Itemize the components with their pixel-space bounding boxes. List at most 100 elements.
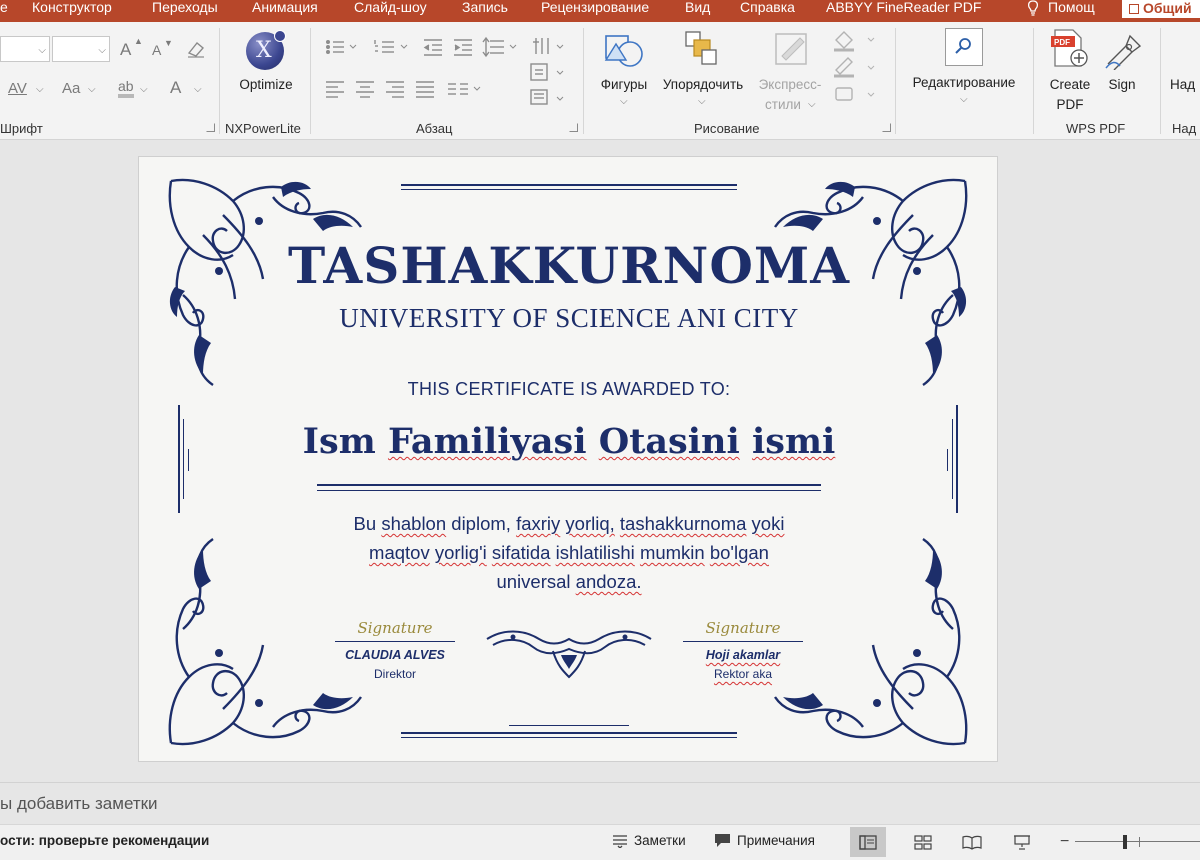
zoom-thumb[interactable] — [1123, 835, 1128, 849]
signer-role: Direktor — [373, 667, 416, 681]
notes-toggle[interactable]: Заметки — [612, 833, 686, 848]
zoom-center-tick — [1139, 837, 1141, 847]
signature-line — [683, 641, 803, 642]
lightbulb-icon — [1027, 0, 1039, 16]
bullets-icon — [326, 39, 344, 54]
zoom-track[interactable] — [1075, 834, 1200, 850]
certificate-subtitle[interactable]: UNIVERSITY OF SCIENCE ANI CITY — [139, 303, 999, 334]
editing-button[interactable]: Редактирование — [904, 73, 1024, 92]
accessibility-status[interactable]: ости: проверьте рекомендации — [0, 833, 209, 848]
bottom-rule-2 — [401, 737, 737, 738]
shapes-button[interactable]: Фигуры — [594, 75, 654, 94]
body-word: faxriy — [516, 513, 561, 534]
menu-bar: е Конструктор Переходы Анимация Слайд-шо… — [0, 0, 1200, 22]
notes-pane[interactable]: ы добавить заметки — [0, 782, 1200, 824]
sign-button[interactable]: Sign — [1100, 75, 1144, 94]
signer-name: Hoji akamlar — [705, 648, 781, 662]
comments-toggle[interactable]: Примечания — [714, 833, 815, 848]
tab-transitions[interactable]: Переходы — [152, 0, 218, 22]
notes-label: Заметки — [634, 833, 686, 848]
body-word: diplom, — [451, 513, 511, 534]
name-underline-1 — [317, 484, 821, 486]
quick-styles-label-2[interactable]: стили — [762, 95, 804, 114]
optimize-icon[interactable]: X — [246, 30, 286, 70]
left-signature-block[interactable]: Signature CLAUDIA ALVES Direktor — [335, 619, 455, 681]
line-spacing-icon — [482, 36, 504, 58]
drawing-dialog-launcher[interactable] — [882, 123, 891, 132]
share-button[interactable]: Общий — [1122, 0, 1200, 18]
arrange-icon[interactable] — [684, 30, 720, 70]
clear-formatting-icon[interactable] — [186, 40, 206, 58]
group-label-addins: Над — [1172, 121, 1197, 136]
body-word: yorlig'i — [434, 542, 487, 563]
reading-view-button[interactable] — [954, 827, 990, 857]
signature-script: Signature — [357, 619, 433, 637]
zoom-out-icon[interactable]: − — [1060, 833, 1069, 851]
sign-icon[interactable] — [1104, 30, 1142, 70]
tell-me-search[interactable]: Помощ — [1026, 0, 1095, 16]
font-name-dropdown[interactable]: ⌵ — [0, 36, 50, 62]
notes-placeholder[interactable]: ы добавить заметки — [0, 794, 158, 813]
certificate-title[interactable]: TASHAKKURNOMA — [139, 237, 999, 295]
highlight-icon[interactable]: ab — [118, 78, 134, 98]
body-word: sifatida — [491, 542, 551, 563]
group-label-nxpowerlite: NXPowerLite — [225, 121, 301, 136]
slide-sorter-button[interactable] — [905, 827, 941, 857]
notes-icon — [613, 834, 627, 848]
zoom-slider[interactable]: − — [1060, 833, 1200, 851]
font-size-dropdown[interactable]: ⌵ — [52, 36, 110, 62]
body-word: andoza. — [575, 571, 642, 592]
font-dialog-launcher[interactable] — [206, 123, 215, 132]
body-word: tashakkurnoma — [619, 513, 747, 534]
create-pdf-label-1[interactable]: Create — [1040, 75, 1100, 94]
tab-review[interactable]: Рецензирование — [541, 0, 649, 22]
name-part: ismi — [751, 421, 836, 462]
tab-help[interactable]: Справка — [740, 0, 795, 22]
tab-view[interactable]: Вид — [685, 0, 710, 22]
change-case-icon[interactable]: Aa — [62, 80, 80, 97]
name-part: Ism — [302, 421, 376, 462]
body-word: Bu — [353, 513, 377, 534]
reading-view-icon — [962, 835, 982, 850]
addin-button[interactable]: Над — [1170, 75, 1200, 94]
right-signature-block[interactable]: Signature Hoji akamlar Rektor aka — [683, 619, 803, 681]
body-word: ishlatilishi — [555, 542, 635, 563]
signer-role: Rektor aka — [713, 667, 773, 681]
arrange-button[interactable]: Упорядочить — [656, 75, 750, 94]
create-pdf-label-2[interactable]: PDF — [1040, 95, 1100, 114]
char-spacing-icon[interactable]: AV — [8, 80, 27, 97]
decrease-indent-icon — [423, 39, 442, 56]
create-pdf-icon[interactable]: PDF — [1049, 28, 1091, 70]
tab-record[interactable]: Запись — [462, 0, 508, 22]
svg-text:PDF: PDF — [1054, 38, 1070, 47]
normal-view-button[interactable] — [850, 827, 886, 857]
slide-canvas[interactable]: TASHAKKURNOMA UNIVERSITY OF SCIENCE ANI … — [138, 156, 998, 762]
certificate-body[interactable]: Bu shablon diplom, faxriy yorliq, tashak… — [139, 509, 999, 596]
awarded-to-label[interactable]: THIS CERTIFICATE IS AWARDED TO: — [139, 379, 999, 400]
paragraph-dialog-launcher[interactable] — [569, 123, 578, 132]
quick-styles-icon[interactable] — [772, 30, 812, 70]
font-color-icon[interactable]: A — [170, 78, 181, 98]
tab-animations[interactable]: Анимация — [252, 0, 318, 22]
body-word: bo'lgan — [709, 542, 769, 563]
shapes-icon[interactable] — [602, 30, 644, 70]
group-label-font: Шрифт — [0, 121, 43, 136]
tab-abbyy[interactable]: ABBYY FineReader PDF — [826, 0, 981, 22]
optimize-button[interactable]: Optimize — [234, 75, 298, 94]
grow-font-icon[interactable]: A — [120, 40, 131, 60]
shape-fill-icon — [834, 31, 854, 52]
body-line: maqtov yorlig'i sifatida ishlatilishi mu… — [139, 538, 999, 567]
shrink-font-icon[interactable]: A — [152, 42, 161, 58]
group-separator — [895, 28, 896, 134]
quick-styles-label-1[interactable]: Экспресс- — [750, 75, 830, 94]
recipient-name[interactable]: Ism Familiyasi Otasini ismi — [139, 419, 999, 465]
group-label-drawing: Рисование — [694, 121, 760, 136]
editing-icon[interactable] — [945, 28, 983, 66]
tab-file[interactable]: е — [0, 0, 8, 22]
body-word: universal — [496, 571, 571, 592]
chevron-down-icon: ⌵ — [808, 99, 816, 110]
signature-script: Signature — [705, 619, 781, 637]
tab-design[interactable]: Конструктор — [32, 0, 112, 22]
slideshow-button[interactable] — [1004, 827, 1040, 857]
tab-slideshow[interactable]: Слайд-шоу — [354, 0, 427, 22]
